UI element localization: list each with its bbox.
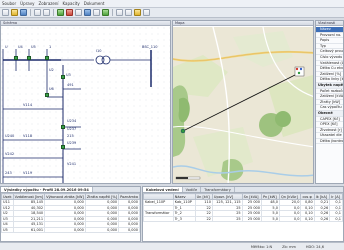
zoom-in-icon[interactable] — [116, 9, 123, 16]
switch-node[interactable] — [61, 125, 65, 129]
schema-label: V119 — [23, 171, 33, 175]
undo-icon[interactable] — [34, 9, 41, 16]
schema-label: U240 — [5, 134, 15, 138]
open-icon[interactable] — [11, 9, 18, 16]
elements-table: Název Un [kV] Upozr. [kV] Sn [kVA] Pn [kW] Qn… — [143, 193, 343, 222]
schema-label: U239 — [67, 141, 77, 145]
schema-label: V114 — [23, 103, 33, 107]
elements-panel: Kabelová vedení Vodiče Transformátory Ná… — [142, 186, 344, 242]
node-tool-icon[interactable] — [93, 9, 100, 16]
table-cell: 25 000 — [241, 215, 263, 222]
status-units: Zb: mm — [282, 244, 296, 249]
schema-label: U237 — [67, 127, 77, 131]
table-cell: 0,000 — [118, 226, 140, 233]
properties-panel-title: Vlastnosti — [316, 21, 343, 26]
status-bar: Měřítko: 1:N Zb: mm HDO: 24,6 — [0, 242, 344, 250]
table-cell — [143, 215, 174, 222]
table-cell: 125, 121, 115 — [211, 199, 243, 206]
tab-conductors[interactable]: Vodiče — [183, 187, 202, 192]
table-row[interactable]: Tr_3 22 25 25 000 5,0 0,0 0,10 0,26 0,1 — [143, 215, 343, 222]
status-scale: Měřítko: 1:N — [250, 244, 273, 249]
schema-label: V242 — [5, 152, 15, 156]
table-cell: 0,26 — [313, 215, 331, 222]
table-cell: 0,000 — [44, 226, 86, 233]
switch-node[interactable] — [45, 93, 49, 97]
switch-tool-icon[interactable] — [102, 9, 109, 16]
switch-node[interactable] — [61, 145, 65, 149]
menu-bar: Soubor Úpravy Zobrazení Kapacity Dokumen… — [0, 0, 344, 8]
map-image — [173, 27, 313, 183]
schema-label: U6 — [49, 87, 54, 91]
switch-node[interactable] — [27, 56, 31, 60]
switch-node[interactable] — [45, 56, 49, 60]
map-canvas[interactable] — [173, 27, 313, 183]
schema-panel: Schéma U U4 U5 1 I10 BSC_110 U2 U3 491 U… — [0, 20, 171, 184]
schema-label: I10 — [96, 49, 102, 53]
results-table: Úsek Vzdálenost [km] Výkonová ztráta [kW] Z… — [1, 193, 140, 233]
toolbar — [0, 8, 344, 18]
schema-label: 491 — [67, 83, 74, 87]
switch-node[interactable] — [14, 56, 18, 60]
table-cell: 22 — [194, 215, 213, 222]
new-icon[interactable] — [2, 9, 9, 16]
line-tool-icon[interactable] — [84, 9, 91, 16]
table-cell: 25 — [211, 215, 243, 222]
table-cell: 61,001 — [12, 226, 46, 233]
table-cell: Transformátor — [143, 210, 174, 217]
schema-canvas[interactable]: U U4 U5 1 I10 BSC_110 U2 U3 491 U6 V114 … — [1, 27, 170, 183]
save-icon[interactable] — [20, 9, 27, 16]
menu-file[interactable]: Soubor — [2, 1, 16, 6]
status-hdo: HDO: 24,6 — [305, 244, 324, 249]
schema-label: U — [5, 45, 8, 49]
table-cell: Kab_110P — [172, 199, 196, 206]
select-icon[interactable] — [75, 9, 82, 16]
schema-label: 243 — [5, 171, 12, 175]
substation-marker — [294, 66, 305, 77]
schema-label: U234 — [67, 119, 77, 123]
table-cell: Tr_3 — [172, 215, 196, 222]
map-panel: Mapa — [172, 20, 314, 184]
table-cell: 0,0 — [278, 215, 302, 222]
table-cell: 0,10 — [300, 215, 315, 222]
table-cell: 0,000 — [84, 226, 120, 233]
schema-label: U5 — [31, 45, 36, 49]
menu-edit[interactable]: Úpravy — [20, 1, 34, 6]
schema-label: V241 — [67, 162, 77, 166]
redo-icon[interactable] — [43, 9, 50, 16]
zoom-out-icon[interactable] — [125, 9, 132, 16]
tab-results[interactable]: Výsledky výpočtu - Profil 28.09.2016 09:… — [1, 187, 93, 192]
results-panel: Výsledky výpočtu - Profil 28.09.2016 09:… — [0, 186, 141, 242]
switch-node[interactable] — [61, 75, 65, 79]
map-panel-title: Mapa — [173, 21, 313, 26]
schema-label: U4 — [18, 45, 23, 49]
properties-list: NázevProvozní no.PopisTypCelkový proud [… — [316, 27, 343, 183]
schema-label: V118 — [23, 134, 33, 138]
schema-label: BSC_110 — [142, 45, 158, 49]
table-row[interactable]: U5 61,001 0,000 0,000 0,000 — [1, 226, 140, 233]
run-calculation-icon[interactable] — [57, 9, 64, 16]
schema-label: U2 — [49, 68, 54, 72]
schema-label: U3 — [66, 73, 71, 77]
property-row[interactable]: Délka (kontrola) — [316, 139, 343, 145]
tab-transformers[interactable]: Transformátory — [201, 187, 235, 192]
table-cell: 5,0 — [261, 215, 280, 222]
toolbar-separator — [53, 9, 54, 16]
print-icon[interactable] — [143, 9, 150, 16]
toolbar-separator — [112, 9, 113, 16]
menu-capacity[interactable]: Kapacity — [62, 1, 79, 6]
table-cell: U5 — [1, 226, 14, 233]
table-cell: 0,1 — [329, 215, 343, 222]
layers-icon[interactable] — [134, 9, 141, 16]
tab-cables[interactable]: Kabelová vedení — [143, 187, 183, 192]
menu-view[interactable]: Zobrazení — [38, 1, 58, 6]
toolbar-separator — [30, 9, 31, 16]
stop-icon[interactable] — [66, 9, 73, 16]
properties-panel: Vlastnosti Název Provozní no. Popis Typ Celk… — [315, 20, 344, 184]
schema-label: 1 — [49, 45, 52, 49]
app-window: Soubor Úpravy Zobrazení Kapacity Dokumen… — [0, 0, 344, 250]
schema-panel-title: Schéma — [1, 21, 170, 26]
schema-label: 215 — [67, 134, 74, 138]
menu-document[interactable]: Dokument — [84, 1, 105, 6]
